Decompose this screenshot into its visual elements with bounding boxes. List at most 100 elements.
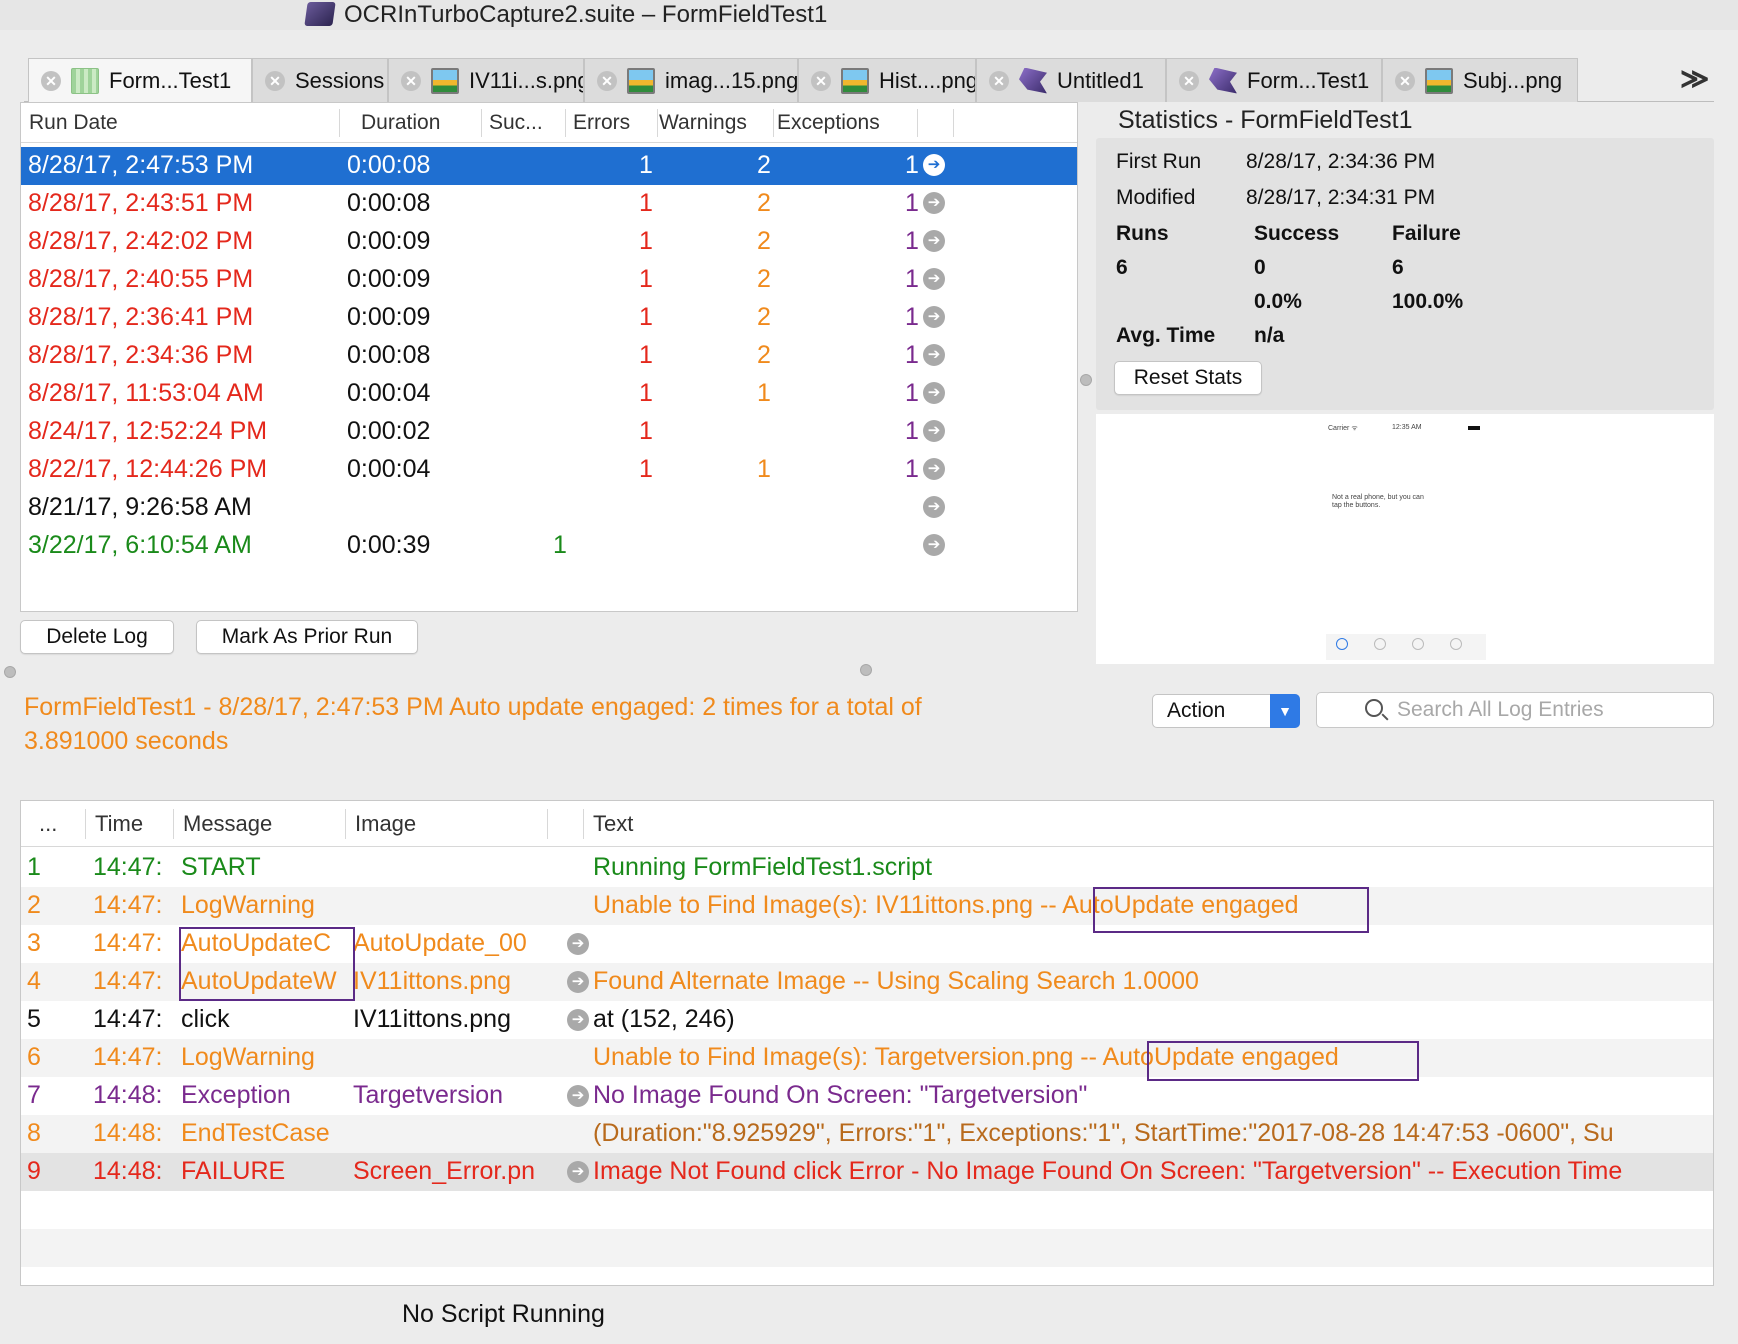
tab-untitled1[interactable]: ✕ Untitled1 bbox=[976, 58, 1166, 102]
go-arrow-icon[interactable]: ➔ bbox=[923, 420, 945, 442]
tab-image-hist[interactable]: ✕ Hist....png bbox=[798, 58, 976, 102]
tab-overflow-icon[interactable]: ≫ bbox=[1680, 62, 1709, 95]
go-arrow-icon[interactable]: ➔ bbox=[923, 382, 945, 404]
run-row[interactable]: 8/28/17, 2:42:02 PM 0:00:09 1 2 1 ➔ bbox=[21, 223, 1077, 261]
close-icon[interactable]: ✕ bbox=[597, 70, 617, 91]
log-row[interactable]: 3 14:47: AutoUpdateC AutoUpdate_00 ➔ bbox=[21, 925, 1713, 963]
split-handle[interactable] bbox=[860, 664, 872, 676]
log-row[interactable]: 9 14:48: FAILURE Screen_Error.pn ➔ Image… bbox=[21, 1153, 1713, 1191]
search-field[interactable] bbox=[1316, 692, 1714, 728]
delete-log-button[interactable]: Delete Log bbox=[20, 620, 174, 654]
run-row[interactable]: 3/22/17, 6:10:54 AM 0:00:39 1 ➔ bbox=[21, 527, 1077, 565]
tab-label: imag...15.png bbox=[665, 67, 798, 93]
go-arrow-icon[interactable]: ➔ bbox=[923, 154, 945, 176]
column-exceptions[interactable]: Exceptions bbox=[777, 111, 880, 135]
close-icon[interactable]: ✕ bbox=[265, 70, 285, 91]
go-arrow-icon[interactable]: ➔ bbox=[923, 496, 945, 518]
split-handle[interactable] bbox=[4, 666, 16, 678]
tab-label: Form...Test1 bbox=[1247, 67, 1370, 93]
mark-as-prior-run-button[interactable]: Mark As Prior Run bbox=[196, 620, 418, 654]
log-row-empty bbox=[21, 1229, 1713, 1267]
go-arrow-icon[interactable]: ➔ bbox=[923, 268, 945, 290]
go-arrow-icon[interactable]: ➔ bbox=[923, 306, 945, 328]
close-icon[interactable]: ✕ bbox=[41, 70, 61, 91]
image-icon bbox=[431, 67, 459, 94]
close-icon[interactable]: ✕ bbox=[401, 70, 421, 91]
contacts-icon bbox=[1336, 638, 1348, 650]
close-icon[interactable]: ✕ bbox=[1179, 70, 1199, 91]
suite-icon bbox=[1209, 67, 1237, 94]
close-icon[interactable]: ✕ bbox=[989, 70, 1009, 91]
run-row[interactable]: 8/21/17, 9:26:58 AM ➔ bbox=[21, 489, 1077, 527]
column-time[interactable]: Time bbox=[95, 811, 143, 837]
tab-label: Hist....png bbox=[879, 67, 976, 93]
run-row[interactable]: 8/28/17, 2:40:55 PM 0:00:09 1 2 1 ➔ bbox=[21, 261, 1077, 299]
run-row[interactable]: 8/22/17, 12:44:26 PM 0:00:04 1 1 1 ➔ bbox=[21, 451, 1077, 489]
column-warnings[interactable]: Warnings bbox=[659, 111, 747, 135]
close-icon[interactable]: ✕ bbox=[1395, 70, 1415, 91]
go-arrow-icon[interactable]: ➔ bbox=[923, 192, 945, 214]
go-arrow-icon[interactable]: ➔ bbox=[923, 344, 945, 366]
tab-formtest1-suite[interactable]: ✕ Form...Test1 bbox=[1166, 58, 1382, 102]
log-row[interactable]: 1 14:47: START Running FormFieldTest1.sc… bbox=[21, 849, 1713, 887]
search-input[interactable] bbox=[1397, 697, 1697, 723]
run-row[interactable]: 8/28/17, 2:47:53 PM 0:00:08 1 2 1 ➔ bbox=[21, 147, 1077, 185]
log-row-empty bbox=[21, 1191, 1713, 1229]
status-text: No Script Running bbox=[402, 1300, 605, 1328]
column-message[interactable]: Message bbox=[183, 811, 272, 837]
tab-image-subj[interactable]: ✕ Subj...png bbox=[1382, 58, 1578, 102]
close-icon[interactable]: ✕ bbox=[811, 70, 831, 91]
go-arrow-icon[interactable]: ➔ bbox=[923, 534, 945, 556]
log-row[interactable]: 5 14:47: click IV11ittons.png ➔ at (152,… bbox=[21, 1001, 1713, 1039]
screen-preview-image: Carrier ᯤ 12:35 AM Not a real phone, but… bbox=[1096, 414, 1714, 664]
go-arrow-icon[interactable]: ➔ bbox=[923, 230, 945, 252]
run-row[interactable]: 8/28/17, 2:34:36 PM 0:00:08 1 2 1 ➔ bbox=[21, 337, 1077, 375]
run-row[interactable]: 8/28/17, 2:36:41 PM 0:00:09 1 2 1 ➔ bbox=[21, 299, 1077, 337]
log-table: ... Time Message Image Text 1 14:47: STA… bbox=[20, 800, 1714, 1286]
tab-label: IV11i...s.png bbox=[469, 67, 584, 93]
go-arrow-icon[interactable]: ➔ bbox=[567, 971, 589, 993]
tab-bar-preview bbox=[1326, 634, 1486, 660]
tab-image-imag15[interactable]: ✕ imag...15.png bbox=[584, 58, 798, 102]
go-arrow-icon[interactable]: ➔ bbox=[567, 1085, 589, 1107]
log-row[interactable]: 7 14:48: Exception Targetversion ➔ No Im… bbox=[21, 1077, 1713, 1115]
split-handle[interactable] bbox=[1080, 374, 1092, 386]
history-icon bbox=[1412, 638, 1424, 650]
go-arrow-icon[interactable]: ➔ bbox=[923, 458, 945, 480]
run-row[interactable]: 8/28/17, 11:53:04 AM 0:00:04 1 1 1 ➔ bbox=[21, 375, 1077, 413]
reset-stats-button[interactable]: Reset Stats bbox=[1114, 361, 1262, 395]
tab-sessions[interactable]: ✕ Sessions bbox=[252, 58, 388, 102]
go-arrow-icon[interactable]: ➔ bbox=[567, 1009, 589, 1031]
column-text[interactable]: Text bbox=[593, 811, 633, 837]
column-index[interactable]: ... bbox=[39, 811, 57, 837]
log-row[interactable]: 8 14:48: EndTestCase (Duration:"8.925929… bbox=[21, 1115, 1713, 1153]
log-row[interactable]: 2 14:47: LogWarning Unable to Find Image… bbox=[21, 887, 1713, 925]
image-icon bbox=[1425, 67, 1453, 94]
run-row[interactable]: 8/24/17, 12:52:24 PM 0:00:02 1 1 ➔ bbox=[21, 413, 1077, 451]
column-image[interactable]: Image bbox=[355, 811, 416, 837]
runs-table-header: Run Date Duration Suc... Errors Warnings… bbox=[21, 103, 1077, 143]
image-icon bbox=[841, 67, 869, 94]
battery-icon bbox=[1468, 426, 1480, 430]
runs-table: Run Date Duration Suc... Errors Warnings… bbox=[20, 102, 1078, 612]
log-row[interactable]: 4 14:47: AutoUpdateW IV11ittons.png ➔ Fo… bbox=[21, 963, 1713, 1001]
chevron-down-icon: ▼ bbox=[1270, 694, 1300, 728]
log-row[interactable]: 6 14:47: LogWarning Unable to Find Image… bbox=[21, 1039, 1713, 1077]
window-title: OCRInTurboCapture2.suite – FormFieldTest… bbox=[344, 1, 828, 28]
column-success[interactable]: Suc... bbox=[489, 111, 543, 135]
go-arrow-icon[interactable]: ➔ bbox=[567, 1161, 589, 1183]
action-dropdown[interactable]: Action ▼ bbox=[1152, 694, 1300, 728]
statistics-title: Statistics - FormFieldTest1 bbox=[1118, 106, 1413, 134]
run-row[interactable]: 8/28/17, 2:43:51 PM 0:00:08 1 2 1 ➔ bbox=[21, 185, 1077, 223]
column-run-date[interactable]: Run Date bbox=[29, 111, 118, 135]
column-duration[interactable]: Duration bbox=[361, 111, 440, 135]
run-summary: FormFieldTest1 - 8/28/17, 2:47:53 PM Aut… bbox=[24, 693, 922, 755]
go-arrow-icon[interactable]: ➔ bbox=[567, 933, 589, 955]
window-title-bar: OCRInTurboCapture2.suite – FormFieldTest… bbox=[0, 0, 1738, 30]
tab-formfieldtest1[interactable]: ✕ Form...Test1 bbox=[28, 58, 252, 102]
tab-image-iv11[interactable]: ✕ IV11i...s.png bbox=[388, 58, 584, 102]
column-errors[interactable]: Errors bbox=[573, 111, 630, 135]
downloads-icon bbox=[1450, 638, 1462, 650]
tab-label: Subj...png bbox=[1463, 67, 1563, 93]
tab-bar: ✕ Form...Test1 ✕ Sessions ✕ IV11i...s.pn… bbox=[24, 58, 1714, 102]
